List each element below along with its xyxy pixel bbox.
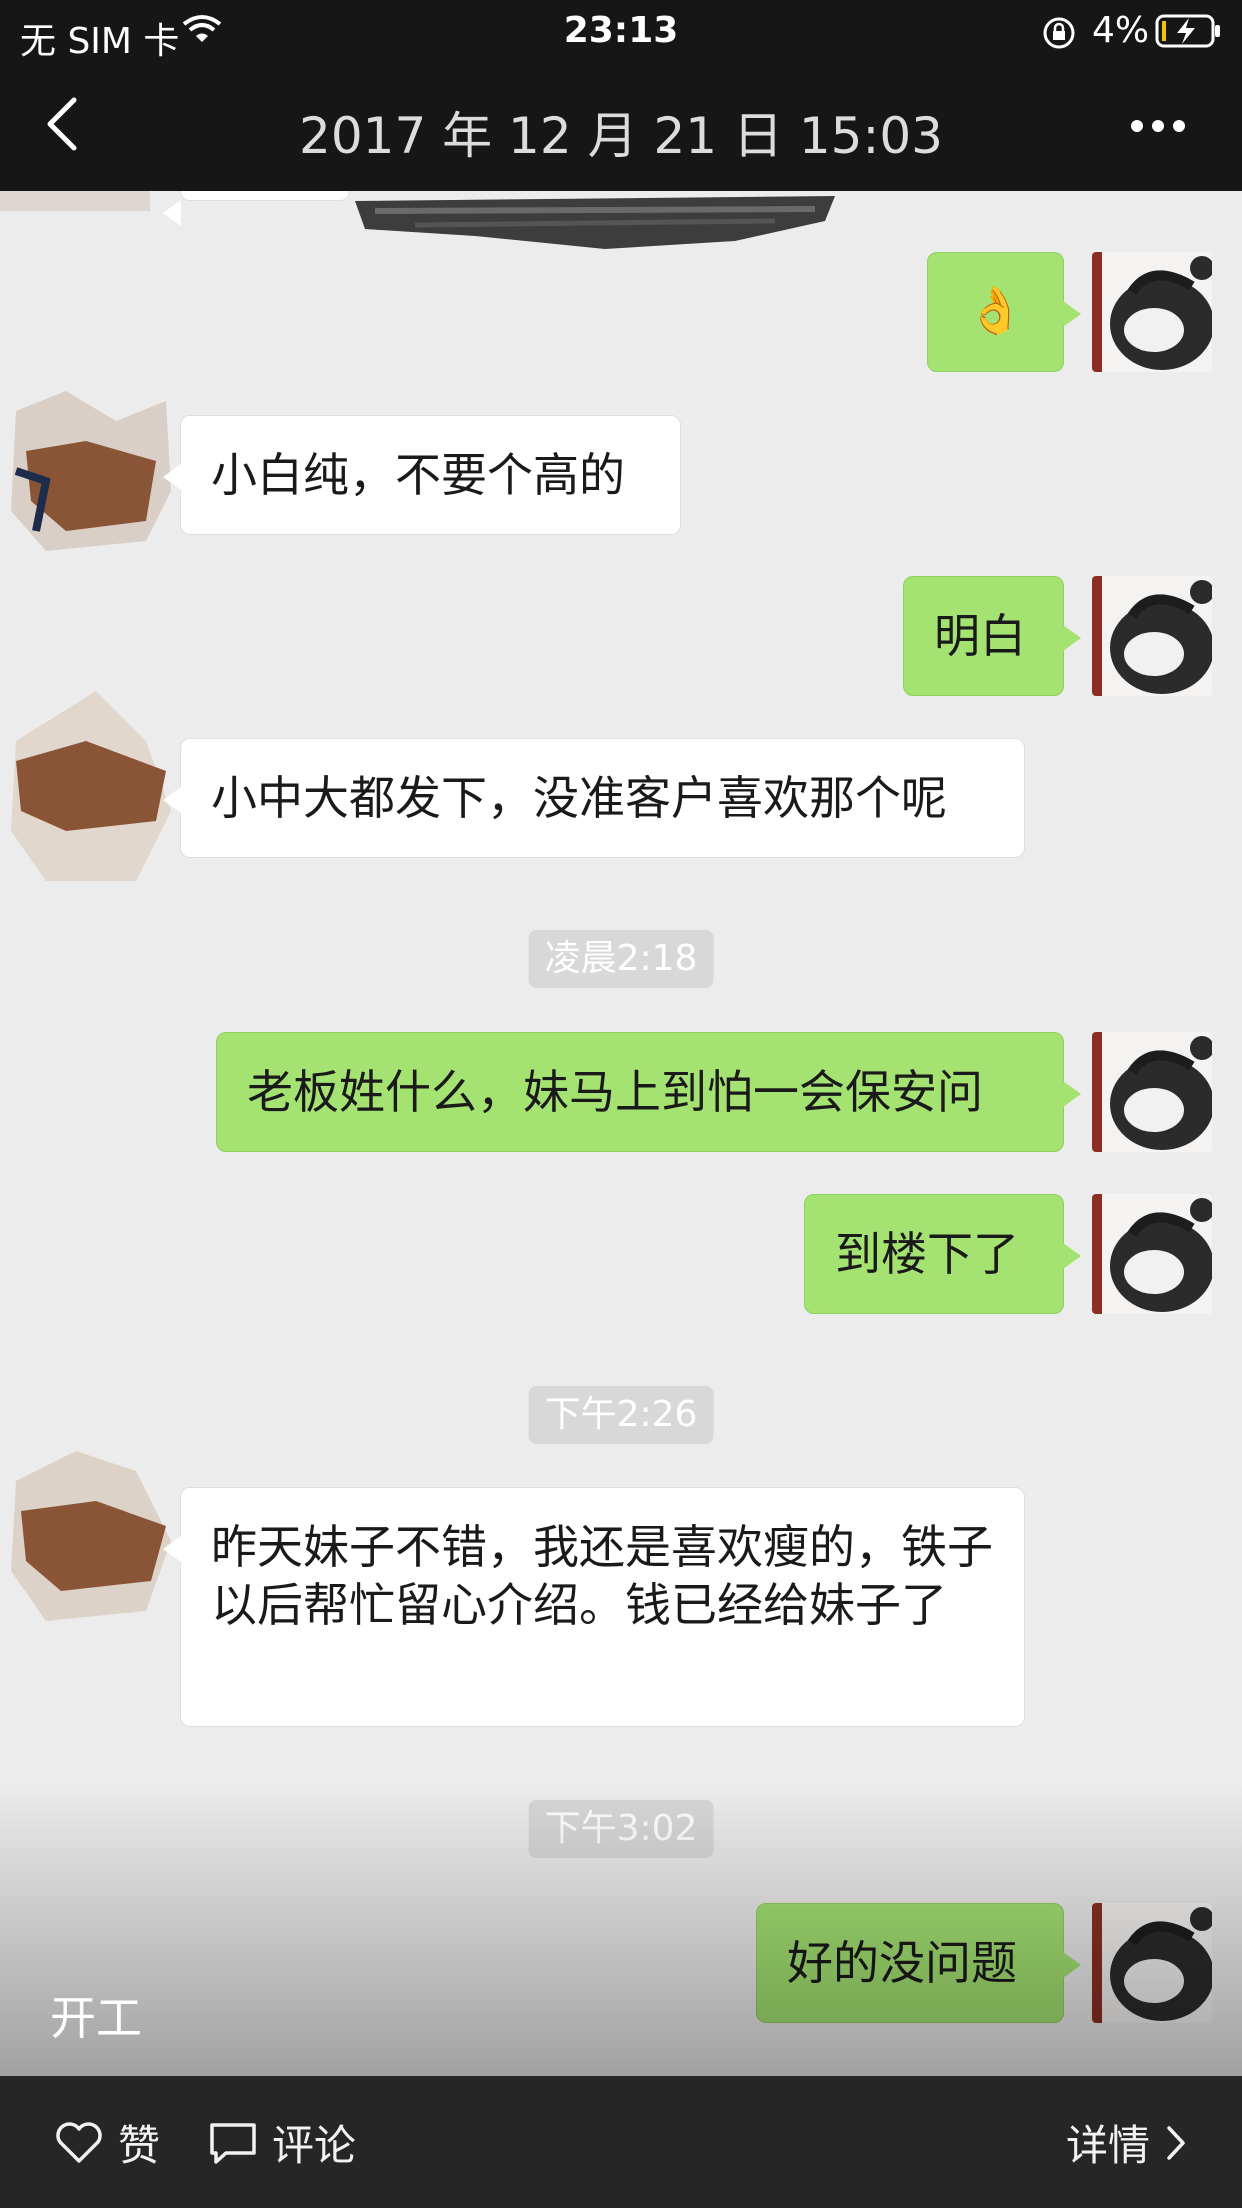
details-button[interactable]: 详情	[1066, 2112, 1188, 2173]
blurred-avatar-icon	[11, 391, 171, 551]
avatar-partial	[0, 191, 150, 211]
avatar[interactable]	[1092, 576, 1212, 696]
avatar[interactable]	[1092, 1032, 1212, 1152]
heart-icon	[56, 2121, 102, 2163]
avatar[interactable]	[1092, 1194, 1212, 1314]
message-bubble[interactable]: 小白纯，不要个高的	[163, 415, 681, 535]
message-bubble[interactable]: 小中大都发下，没准客户喜欢那个呢	[163, 738, 1025, 858]
message-text: 小白纯，不要个高的	[211, 448, 625, 502]
comment-icon	[210, 2122, 256, 2164]
battery-charging-icon	[1155, 14, 1221, 52]
post-caption: 开工	[50, 1991, 142, 2045]
message-text: 小中大都发下，没准客户喜欢那个呢	[211, 771, 947, 825]
partial-message-bubble	[163, 191, 350, 226]
battery-percent: 4%	[1092, 10, 1150, 51]
message-bubble[interactable]: 昨天妹子不错，我还是喜欢瘦的，铁子以后帮忙留心介绍。钱已经给妹子了	[163, 1487, 1025, 1727]
message-bubble[interactable]: 明白	[903, 576, 1081, 696]
panda-avatar-icon	[1092, 1032, 1212, 1152]
avatar[interactable]	[6, 681, 176, 891]
like-button[interactable]: 赞	[54, 2112, 160, 2173]
panda-avatar-icon	[1092, 1903, 1212, 2023]
redaction-scribble	[355, 196, 835, 249]
panda-avatar-icon	[1092, 252, 1212, 372]
avatar[interactable]	[6, 1431, 176, 1631]
blurred-avatar-icon	[11, 691, 171, 881]
comment-label: 评论	[272, 2121, 357, 2170]
page-title: 2017 年 12 月 21 日 15:03	[299, 107, 943, 165]
message-text: 好的没问题	[787, 1936, 1017, 1990]
message-bubble[interactable]: 到楼下了	[804, 1194, 1081, 1314]
avatar[interactable]	[1092, 252, 1212, 372]
message-bubble[interactable]: 👌	[927, 252, 1081, 372]
message-text: 昨天妹子不错，我还是喜欢瘦的，铁子以后帮忙留心介绍。钱已经给妹子了	[211, 1520, 993, 1632]
chevron-right-icon	[1167, 2125, 1185, 2160]
message-text: 明白	[934, 609, 1026, 663]
chat-area: 👌 小白纯，不要个高的 明白 小中大都发下，没准客户喜欢那个呢 凌晨2:18 老…	[0, 191, 1242, 2076]
like-label: 赞	[118, 2121, 161, 2170]
message-bubble[interactable]: 老板姓什么，妹马上到怕一会保安问	[216, 1032, 1081, 1152]
timestamp-badge: 下午3:02	[528, 1800, 714, 1858]
rotation-lock-icon	[1042, 16, 1076, 54]
blurred-avatar-icon	[11, 1451, 171, 1621]
more-options-icon[interactable]	[1130, 118, 1186, 137]
details-label: 详情	[1066, 2121, 1151, 2170]
avatar[interactable]	[1092, 1903, 1212, 2023]
message-text: 👌	[966, 283, 1025, 337]
avatar[interactable]	[6, 371, 176, 571]
message-text: 到楼下了	[835, 1227, 1019, 1281]
panda-avatar-icon	[1092, 1194, 1212, 1314]
timestamp-badge: 下午2:26	[528, 1386, 714, 1444]
bottom-action-bar: 赞 评论 详情	[0, 2076, 1242, 2208]
top-bar: 无 SIM 卡 23:13 4% 2017 年 12 月 21 日 15:03	[0, 0, 1242, 191]
message-text: 老板姓什么，妹马上到怕一会保安问	[247, 1065, 983, 1119]
panda-avatar-icon	[1092, 576, 1212, 696]
comment-button[interactable]: 评论	[208, 2112, 356, 2173]
message-bubble[interactable]: 好的没问题	[756, 1903, 1081, 2023]
timestamp-badge: 凌晨2:18	[528, 930, 714, 988]
